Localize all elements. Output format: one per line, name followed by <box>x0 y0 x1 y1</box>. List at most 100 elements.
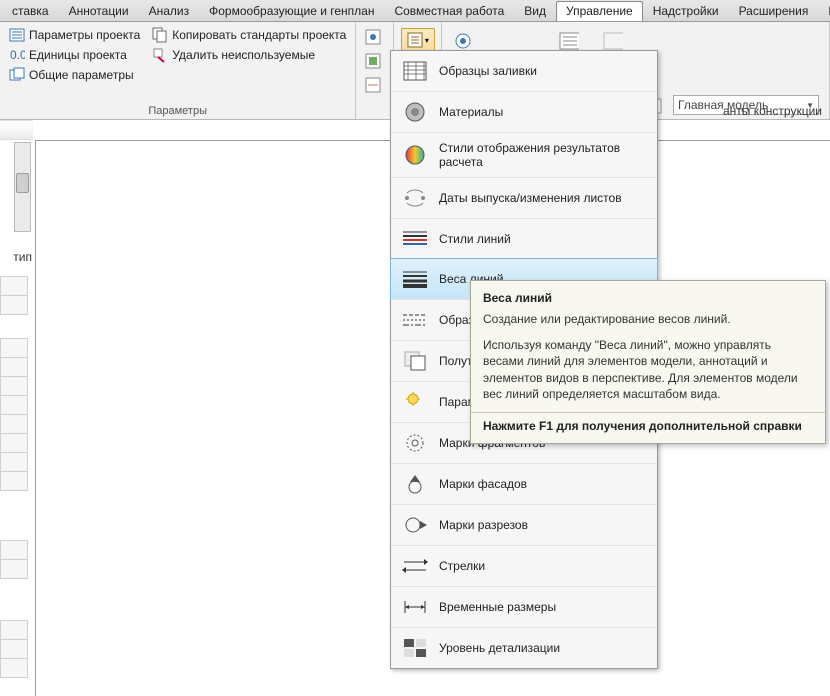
prop-row[interactable] <box>0 295 28 315</box>
label: Единицы проекта <box>29 48 127 62</box>
properties-grid <box>0 276 28 314</box>
prop-row[interactable] <box>0 559 28 579</box>
menu-temporary-dimensions[interactable]: Временные размеры <box>391 586 657 627</box>
callout-tag-icon <box>401 431 429 455</box>
menu-detail-level[interactable]: Уровень детализации <box>391 627 657 668</box>
menu-fill-patterns[interactable]: Образцы заливки <box>391 51 657 91</box>
units-icon: 0.0 <box>9 47 25 63</box>
project-units-button[interactable]: 0.0 Единицы проекта <box>6 46 143 64</box>
prop-row[interactable] <box>0 452 28 472</box>
menu-line-styles[interactable]: Стили линий <box>391 218 657 259</box>
construction-options-label: анты конструкции <box>723 104 822 118</box>
shared-parameters-button[interactable]: Общие параметры <box>6 66 143 84</box>
chevron-down-icon: ▾ <box>425 36 429 45</box>
sliders-icon <box>9 27 25 43</box>
menu-materials[interactable]: Материалы <box>391 91 657 132</box>
fill-pattern-icon <box>401 59 429 83</box>
properties-grid-2 <box>0 338 28 490</box>
arrowheads-icon <box>401 554 429 578</box>
settings-icon <box>407 32 423 48</box>
tooltip: Веса линий Создание или редактирование в… <box>470 280 826 444</box>
label: Временные размеры <box>439 600 556 614</box>
shared-icon <box>9 67 25 83</box>
tooltip-summary: Создание или редактирование весов линий. <box>483 311 813 327</box>
analysis-style-icon <box>401 143 429 167</box>
temp-dim-icon <box>401 595 429 619</box>
ribbon-icon-a[interactable] <box>452 30 474 52</box>
label: Марки фасадов <box>439 477 527 491</box>
menu-sheet-issues[interactable]: Даты выпуска/изменения листов <box>391 177 657 218</box>
menu-section-tags[interactable]: Марки разрезов <box>391 504 657 545</box>
purge-icon <box>152 47 168 63</box>
menu-elevation-tags[interactable]: Марки фасадов <box>391 463 657 504</box>
prop-row[interactable] <box>0 620 28 640</box>
label: Стили отображения результатов расчета <box>439 141 647 169</box>
menu-massing[interactable]: Формообразующие и генплан <box>199 1 384 21</box>
tooltip-description: Используя команду "Веса линий", можно уп… <box>483 337 813 402</box>
menu-extensions[interactable]: Расширения <box>729 1 819 21</box>
prop-row[interactable] <box>0 276 28 296</box>
ribbon-icon-b[interactable] <box>558 30 580 52</box>
label: Стили линий <box>439 232 511 246</box>
menu-insert[interactable]: ставка <box>2 1 59 21</box>
properties-grid-3 <box>0 540 28 578</box>
prop-row[interactable] <box>0 540 28 560</box>
prop-row[interactable] <box>0 357 28 377</box>
section-tag-icon <box>401 513 429 537</box>
tooltip-title: Веса линий <box>483 291 813 305</box>
sheet-dates-icon <box>401 186 429 210</box>
prop-row[interactable] <box>0 338 28 358</box>
label: Уровень детализации <box>439 641 560 655</box>
menu-arrowheads[interactable]: Стрелки <box>391 545 657 586</box>
prop-row[interactable] <box>0 658 28 678</box>
label: Образцы заливки <box>439 64 537 78</box>
type-label: x <box>0 120 33 140</box>
panel-title-parameters: Параметры <box>6 103 349 117</box>
small-btn-3[interactable] <box>362 74 384 96</box>
menu-collaborate[interactable]: Совместная работа <box>384 1 514 21</box>
copy-icon <box>152 27 168 43</box>
small-btn-2[interactable] <box>362 50 384 72</box>
tooltip-hint: Нажмите F1 для получения дополнительной … <box>483 419 813 433</box>
prop-row[interactable] <box>0 433 28 453</box>
prop-row[interactable] <box>0 395 28 415</box>
purge-button[interactable]: Удалить неиспользуемые <box>149 46 349 64</box>
copy-standards-button[interactable]: Копировать стандарты проекта <box>149 26 349 44</box>
properties-scrollbar[interactable] <box>14 142 31 232</box>
sun-icon <box>401 390 429 414</box>
line-weights-icon <box>401 267 429 291</box>
label: Стрелки <box>439 559 485 573</box>
ribbon-icon-c[interactable] <box>602 30 624 52</box>
menu-addins[interactable]: Надстройки <box>643 1 729 21</box>
detail-level-icon <box>401 636 429 660</box>
menu-manage[interactable]: Управление <box>556 1 643 21</box>
project-parameters-button[interactable]: Параметры проекта <box>6 26 143 44</box>
prop-row[interactable] <box>0 471 28 491</box>
menu-analysis-display-styles[interactable]: Стили отображения результатов расчета <box>391 132 657 177</box>
type-text: тип <box>0 250 32 264</box>
menu-cut[interactable]: И <box>818 1 830 21</box>
line-styles-icon <box>401 227 429 251</box>
materials-icon <box>401 100 429 124</box>
properties-grid-4 <box>0 620 28 677</box>
label: Параметры проекта <box>29 28 140 42</box>
prop-row[interactable] <box>0 376 28 396</box>
line-patterns-icon <box>401 308 429 332</box>
menu-annotations[interactable]: Аннотации <box>59 1 139 21</box>
label: Даты выпуска/изменения листов <box>439 191 622 205</box>
label: Удалить неиспользуемые <box>172 48 315 62</box>
menubar: ставка Аннотации Анализ Формообразующие … <box>0 0 830 22</box>
elevation-tag-icon <box>401 472 429 496</box>
additional-settings-dropdown[interactable]: ▾ <box>401 28 435 52</box>
label: Марки разрезов <box>439 518 528 532</box>
halftone-icon <box>401 349 429 373</box>
label: Копировать стандарты проекта <box>172 28 346 42</box>
scroll-thumb[interactable] <box>16 173 29 193</box>
menu-analysis[interactable]: Анализ <box>139 1 200 21</box>
label: Материалы <box>439 105 503 119</box>
small-btn-1[interactable] <box>362 26 384 48</box>
prop-row[interactable] <box>0 414 28 434</box>
label: Общие параметры <box>29 68 134 82</box>
menu-view[interactable]: Вид <box>514 1 556 21</box>
prop-row[interactable] <box>0 639 28 659</box>
